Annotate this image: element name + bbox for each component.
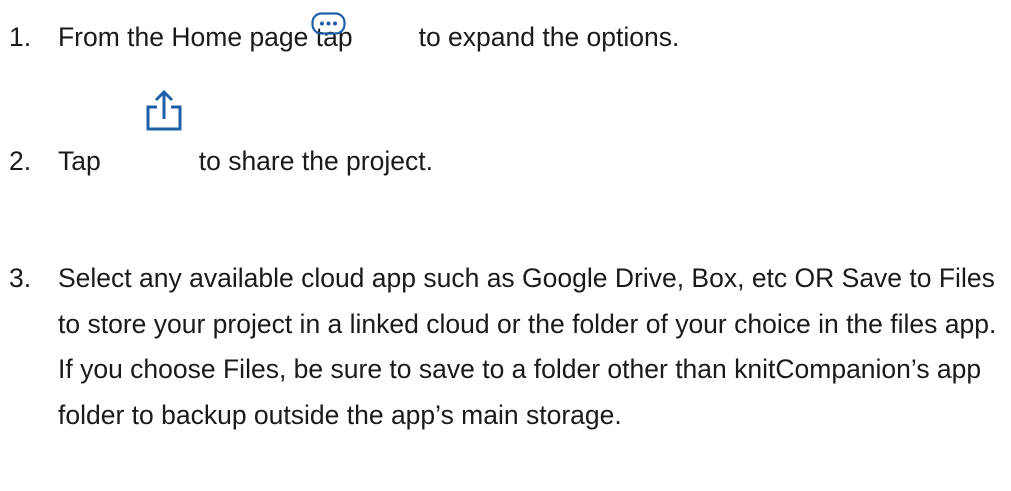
- step-text: Tap to share the project.: [58, 139, 433, 183]
- step-text-before: From the Home page tap: [58, 22, 353, 52]
- step-number: 2.: [9, 146, 32, 176]
- step-text: From the Home page tap to expand the opti…: [58, 15, 679, 59]
- step-number: 3.: [9, 263, 32, 293]
- more-options-icon: [311, 12, 346, 35]
- step-text-before: Tap: [58, 146, 101, 176]
- step-text-after: to share the project.: [198, 146, 433, 176]
- step-text: Select any available cloud app such as G…: [58, 263, 997, 430]
- step-number: 1.: [9, 22, 32, 52]
- step-text-after: to expand the options.: [418, 22, 680, 52]
- share-icon: [146, 89, 182, 131]
